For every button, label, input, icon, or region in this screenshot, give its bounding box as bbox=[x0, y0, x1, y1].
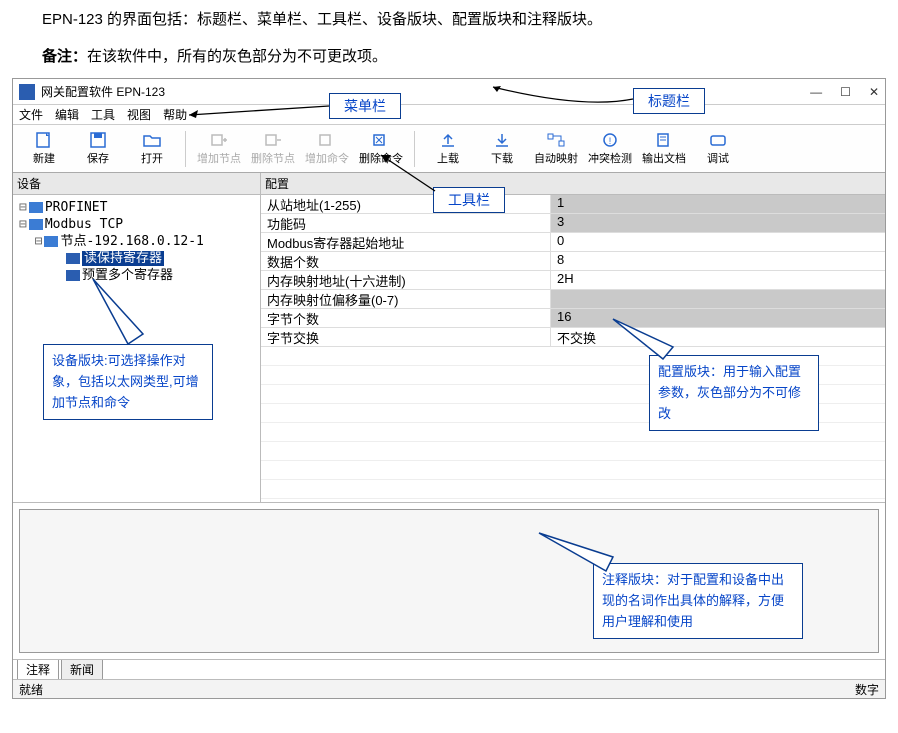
intro-text: EPN-123 的界面包括：标题栏、菜单栏、工具栏、设备版块、配置版块和注释版块… bbox=[42, 6, 886, 33]
download-button[interactable]: 下载 bbox=[477, 128, 527, 170]
del-cmd-button[interactable]: 删除命令 bbox=[356, 128, 406, 170]
bottom-tabs: 注释 新闻 bbox=[13, 660, 885, 680]
add-cmd-icon bbox=[317, 132, 337, 148]
add-cmd-button: 增加命令 bbox=[302, 128, 352, 170]
statusbar: 就绪 数字 bbox=[13, 680, 885, 698]
menu-help[interactable]: 帮助 bbox=[163, 106, 187, 123]
param-row: Modbus寄存器起始地址0 bbox=[261, 233, 885, 252]
node-icon bbox=[44, 236, 58, 247]
tree-node-endpoint[interactable]: 节点-192.168.0.12-1 bbox=[60, 234, 203, 249]
upload-button[interactable]: 上载 bbox=[423, 128, 473, 170]
device-icon bbox=[29, 219, 43, 230]
new-button[interactable]: 新建 bbox=[19, 128, 69, 170]
conflict-icon: ! bbox=[600, 132, 620, 148]
toolbar-separator bbox=[414, 131, 415, 167]
tree-node-profinet[interactable]: PROFINET bbox=[45, 200, 108, 215]
device-icon bbox=[29, 202, 43, 213]
config-panel: 配置 从站地址(1-255)1功能码3Modbus寄存器起始地址0数据个数8内存… bbox=[261, 173, 885, 502]
annotation-panel bbox=[13, 503, 885, 660]
open-button[interactable]: 打开 bbox=[127, 128, 177, 170]
param-value bbox=[551, 290, 885, 308]
device-tree[interactable]: ⊟PROFINET ⊟Modbus TCP ⊟节点-192.168.0.12-1… bbox=[13, 195, 260, 502]
param-label: 数据个数 bbox=[261, 252, 551, 270]
param-value: 3 bbox=[551, 214, 885, 232]
open-icon bbox=[142, 132, 162, 148]
annotation-textarea[interactable] bbox=[19, 509, 879, 653]
save-icon bbox=[88, 132, 108, 148]
note-text: 在该软件中，所有的灰色部分为不可更改项。 bbox=[87, 48, 387, 65]
save-button[interactable]: 保存 bbox=[73, 128, 123, 170]
new-icon bbox=[34, 132, 54, 148]
download-icon bbox=[492, 132, 512, 148]
del-node-button: 删除节点 bbox=[248, 128, 298, 170]
param-row: 字节交换不交换 bbox=[261, 328, 885, 347]
menu-tool[interactable]: 工具 bbox=[91, 106, 115, 123]
menubar: 文件 编辑 工具 视图 帮助 bbox=[13, 105, 885, 125]
conflict-button[interactable]: !冲突检测 bbox=[585, 128, 635, 170]
titlebar: 网关配置软件 EPN-123 — ☐ ✕ bbox=[13, 79, 885, 105]
menu-file[interactable]: 文件 bbox=[19, 106, 43, 123]
debug-button[interactable]: 调试 bbox=[693, 128, 743, 170]
cmd-icon bbox=[66, 253, 80, 264]
param-label: Modbus寄存器起始地址 bbox=[261, 233, 551, 251]
toolbar-separator bbox=[185, 131, 186, 167]
param-value[interactable]: 不交换 bbox=[551, 328, 885, 346]
window-title: 网关配置软件 EPN-123 bbox=[41, 83, 165, 100]
param-label: 从站地址(1-255) bbox=[261, 195, 551, 213]
status-ready: 就绪 bbox=[19, 681, 43, 698]
svg-text:!: ! bbox=[609, 136, 612, 146]
param-row: 内存映射位偏移量(0-7) bbox=[261, 290, 885, 309]
config-panel-title: 配置 bbox=[261, 173, 885, 195]
application-window: 网关配置软件 EPN-123 — ☐ ✕ 文件 编辑 工具 视图 帮助 新建 保… bbox=[12, 78, 886, 699]
param-table: 从站地址(1-255)1功能码3Modbus寄存器起始地址0数据个数8内存映射地… bbox=[261, 195, 885, 502]
status-num: 数字 bbox=[855, 681, 879, 698]
param-row: 数据个数8 bbox=[261, 252, 885, 271]
del-cmd-icon bbox=[371, 132, 391, 148]
menu-edit[interactable]: 编辑 bbox=[55, 106, 79, 123]
param-label: 功能码 bbox=[261, 214, 551, 232]
param-row: 内存映射地址(十六进制)2H bbox=[261, 271, 885, 290]
close-button[interactable]: ✕ bbox=[869, 85, 879, 99]
tree-node-read-holding[interactable]: 读保持寄存器 bbox=[82, 251, 164, 266]
maximize-button[interactable]: ☐ bbox=[840, 85, 851, 99]
device-panel: 设备 ⊟PROFINET ⊟Modbus TCP ⊟节点-192.168.0.1… bbox=[13, 173, 261, 502]
del-node-icon bbox=[263, 132, 283, 148]
param-label: 字节交换 bbox=[261, 328, 551, 346]
param-value[interactable]: 8 bbox=[551, 252, 885, 270]
note-label: 备注： bbox=[42, 48, 87, 65]
menu-view[interactable]: 视图 bbox=[127, 106, 151, 123]
param-label: 字节个数 bbox=[261, 309, 551, 327]
export-icon bbox=[654, 132, 674, 148]
param-row: 字节个数16 bbox=[261, 309, 885, 328]
toolbar: 新建 保存 打开 增加节点 删除节点 增加命令 删除命令 上载 下载 自动映射 … bbox=[13, 125, 885, 173]
add-node-button: 增加节点 bbox=[194, 128, 244, 170]
cmd-icon bbox=[66, 270, 80, 281]
export-button[interactable]: 输出文档 bbox=[639, 128, 689, 170]
add-node-icon bbox=[209, 132, 229, 148]
debug-icon bbox=[708, 132, 728, 148]
minimize-button[interactable]: — bbox=[810, 85, 822, 99]
tree-node-preset-multi[interactable]: 预置多个寄存器 bbox=[82, 268, 173, 283]
auto-map-button[interactable]: 自动映射 bbox=[531, 128, 581, 170]
param-value[interactable]: 0 bbox=[551, 233, 885, 251]
upload-icon bbox=[438, 132, 458, 148]
tab-comment[interactable]: 注释 bbox=[17, 659, 59, 679]
param-row: 从站地址(1-255)1 bbox=[261, 195, 885, 214]
param-value: 16 bbox=[551, 309, 885, 327]
param-label: 内存映射位偏移量(0-7) bbox=[261, 290, 551, 308]
tab-news[interactable]: 新闻 bbox=[61, 659, 103, 679]
device-panel-title: 设备 bbox=[13, 173, 260, 195]
param-value: 1 bbox=[551, 195, 885, 213]
tree-node-modbus[interactable]: Modbus TCP bbox=[45, 217, 123, 232]
auto-map-icon bbox=[546, 132, 566, 148]
param-row: 功能码3 bbox=[261, 214, 885, 233]
param-label: 内存映射地址(十六进制) bbox=[261, 271, 551, 289]
param-value[interactable]: 2H bbox=[551, 271, 885, 289]
app-icon bbox=[19, 84, 35, 100]
